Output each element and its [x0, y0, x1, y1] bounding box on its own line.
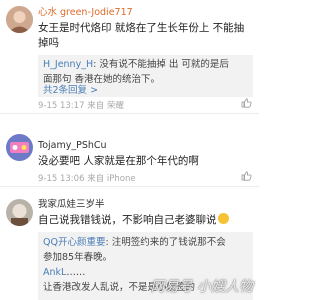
like-icon[interactable]	[241, 98, 252, 108]
comment-text-line: 女王是时代烙印 就烙在了生长年份上 不能抽	[38, 22, 245, 34]
avatar[interactable]	[6, 134, 33, 161]
smile-emoji-icon	[217, 213, 229, 224]
reply-text: : 没有说不能抽掉 出 可就的是后	[93, 59, 229, 70]
reply-box[interactable]: H_Jenny_H: 没有说不能抽掉 出 可就的是后 面那句 香港在她的统治下。	[38, 55, 253, 85]
comment-1: 心水 green-Jodie717 女王是时代烙印 就烙在了生长年份上 不能抽 …	[0, 0, 259, 111]
comment-text: 女王是时代烙印 就烙在了生长年份上 不能抽 掉吗	[38, 21, 253, 51]
like-icon[interactable]	[241, 171, 252, 181]
watermark: 网易号 小嫂人物	[150, 279, 253, 295]
comment-text-line: 没必要吧 人家就是在那个年代的啊	[38, 155, 199, 167]
comment-text-line: 掉吗	[38, 37, 59, 49]
reply-more[interactable]: 共2条回复 >	[38, 83, 253, 97]
reply-user[interactable]: H_Jenny_H	[43, 59, 93, 70]
reply-text: : 注明签约来的了钱说那不会	[105, 237, 226, 248]
comment-2: Tojamy_PShCu 没必要吧 人家就是在那个年代的啊 9-15 13:06…	[0, 114, 259, 184]
comment-text: 自己说我错钱说，不影响自己老婆聊说	[38, 213, 253, 228]
username[interactable]: 我家瓜娃三岁半	[38, 199, 105, 211]
reply-user[interactable]: AnkL	[43, 267, 66, 278]
reply-line: H_Jenny_H: 没有说不能抽掉 出 可就的是后	[43, 57, 248, 72]
avatar-image-icon	[6, 6, 33, 33]
reply-text: ……	[66, 267, 86, 278]
reply-text: 参加85年春晚。	[43, 252, 113, 263]
reply-more-link[interactable]: 共2条回复 >	[43, 83, 248, 98]
comment-text-line: 自己说我错钱说，不影响自己老婆聊说	[38, 214, 217, 226]
avatar-image-icon	[6, 199, 33, 226]
reply-line: QQ开心颜重要: 注明签约来的了钱说那不会	[43, 235, 248, 250]
avatar[interactable]	[6, 6, 33, 33]
username[interactable]: 心水 green-Jodie717	[38, 7, 133, 19]
comment-meta: 9-15 13:06 来自 iPhone	[38, 174, 136, 184]
username[interactable]: Tojamy_PShCu	[38, 140, 107, 152]
avatar-image-icon	[6, 134, 33, 161]
reply-line: 参加85年春晚。	[43, 250, 248, 265]
avatar[interactable]	[6, 199, 33, 226]
reply-user[interactable]: QQ开心颜重要	[43, 237, 105, 248]
comment-text: 没必要吧 人家就是在那个年代的啊	[38, 154, 253, 169]
comment-meta: 9-15 13:17 来自 荣耀	[38, 101, 124, 111]
